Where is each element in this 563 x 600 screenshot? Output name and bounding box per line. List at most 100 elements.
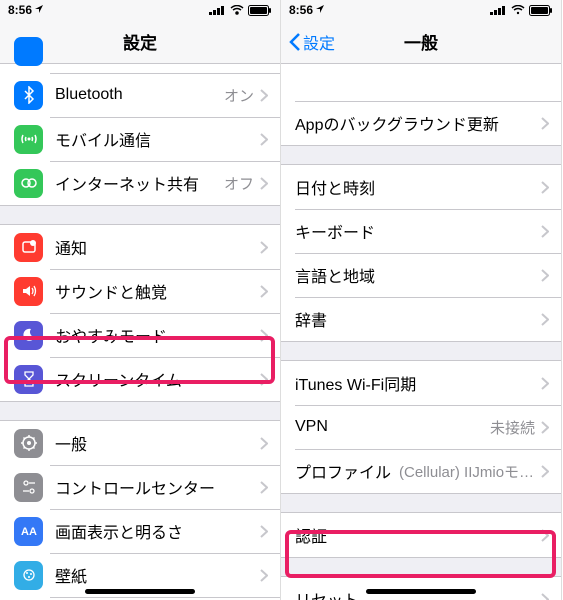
row-sounds[interactable]: サウンドと触覚 bbox=[0, 269, 280, 313]
signal-icon bbox=[209, 5, 226, 15]
page-title: 一般 bbox=[404, 29, 438, 54]
row-hotspot[interactable]: インターネット共有 オフ bbox=[0, 161, 280, 205]
chevron-icon bbox=[541, 269, 549, 282]
battery-icon bbox=[529, 5, 553, 16]
general-list[interactable]: Appのバックグラウンド更新 日付と時刻 キーボード 言語と地域 辞書 bbox=[281, 56, 561, 600]
row-label: 辞書 bbox=[295, 307, 541, 331]
row-label: 一般 bbox=[55, 431, 260, 455]
wifi-icon bbox=[230, 5, 244, 15]
chevron-icon bbox=[260, 525, 268, 538]
home-indicator[interactable] bbox=[85, 589, 195, 594]
chevron-icon bbox=[260, 329, 268, 342]
home-indicator[interactable] bbox=[366, 589, 476, 594]
chevron-icon bbox=[541, 465, 549, 478]
row-detail: オフ bbox=[224, 173, 254, 194]
status-bar: 8:56 bbox=[281, 0, 561, 20]
chevron-icon bbox=[260, 373, 268, 386]
row-datetime[interactable]: 日付と時刻 bbox=[281, 165, 561, 209]
bluetooth-icon bbox=[14, 81, 43, 110]
chevron-icon bbox=[541, 421, 549, 434]
status-time: 8:56 bbox=[8, 3, 32, 17]
row-label: 画面表示と明るさ bbox=[55, 519, 260, 543]
row-auth[interactable]: 認証 bbox=[281, 513, 561, 557]
back-button[interactable]: 設定 bbox=[289, 30, 335, 54]
chevron-icon bbox=[260, 133, 268, 146]
hotspot-icon bbox=[14, 169, 43, 198]
row-dnd[interactable]: おやすみモード bbox=[0, 313, 280, 357]
settings-screen: 8:56 設定 Bluetooth オン モバイル通信 bbox=[0, 0, 281, 600]
row-dictionary[interactable]: 辞書 bbox=[281, 297, 561, 341]
row-label: iTunes Wi-Fi同期 bbox=[295, 371, 541, 395]
row-label: 認証 bbox=[295, 523, 541, 547]
general-screen: 8:56 設定 一般 Appのバックグラウンド更新 日付と時刻 bbox=[281, 0, 562, 600]
row-cellular[interactable]: モバイル通信 bbox=[0, 117, 280, 161]
row-label: 言語と地域 bbox=[295, 263, 541, 287]
chevron-icon bbox=[541, 593, 549, 600]
row-label: スクリーンタイム bbox=[55, 367, 260, 391]
row-partial[interactable] bbox=[281, 57, 561, 101]
row-label: Appのバックグラウンド更新 bbox=[295, 111, 541, 135]
row-itunes[interactable]: iTunes Wi-Fi同期 bbox=[281, 361, 561, 405]
chevron-icon bbox=[541, 313, 549, 326]
row-label: プロファイル bbox=[295, 459, 391, 483]
location-icon bbox=[315, 3, 325, 17]
row-label: VPN bbox=[295, 418, 490, 436]
row-display[interactable]: AA 画面表示と明るさ bbox=[0, 509, 280, 553]
row-notifications[interactable]: 通知 bbox=[0, 225, 280, 269]
location-icon bbox=[34, 3, 44, 17]
status-right bbox=[209, 5, 272, 16]
row-label: コントロールセンター bbox=[55, 475, 260, 499]
status-time: 8:56 bbox=[289, 3, 313, 17]
row-control-center[interactable]: コントロールセンター bbox=[0, 465, 280, 509]
row-label: 壁紙 bbox=[55, 563, 260, 587]
svg-text:AA: AA bbox=[21, 526, 37, 538]
row-label: キーボード bbox=[295, 219, 541, 243]
row-screentime[interactable]: スクリーンタイム bbox=[0, 357, 280, 401]
row-label: モバイル通信 bbox=[55, 127, 260, 151]
display-icon: AA bbox=[14, 517, 43, 546]
row-detail: 未接続 bbox=[490, 417, 535, 438]
wallpaper-icon bbox=[14, 561, 43, 590]
chevron-icon bbox=[541, 529, 549, 542]
row-language[interactable]: 言語と地域 bbox=[281, 253, 561, 297]
cellular-icon bbox=[14, 125, 43, 154]
chevron-icon bbox=[541, 377, 549, 390]
row-label: おやすみモード bbox=[55, 323, 260, 347]
chevron-icon bbox=[260, 241, 268, 254]
sounds-icon bbox=[14, 277, 43, 306]
wifi-icon bbox=[14, 37, 43, 66]
moon-icon bbox=[14, 321, 43, 350]
row-keyboard[interactable]: キーボード bbox=[281, 209, 561, 253]
chevron-icon bbox=[541, 225, 549, 238]
status-bar: 8:56 bbox=[0, 0, 280, 20]
row-vpn[interactable]: VPN 未接続 bbox=[281, 405, 561, 449]
signal-icon bbox=[490, 5, 507, 15]
row-wifi-partial[interactable] bbox=[0, 29, 280, 73]
row-label: サウンドと触覚 bbox=[55, 279, 260, 303]
chevron-icon bbox=[260, 177, 268, 190]
control-center-icon bbox=[14, 473, 43, 502]
row-label: 日付と時刻 bbox=[295, 175, 541, 199]
row-label: 通知 bbox=[55, 235, 260, 259]
chevron-icon bbox=[260, 437, 268, 450]
row-bgrefresh[interactable]: Appのバックグラウンド更新 bbox=[281, 101, 561, 145]
chevron-icon bbox=[260, 285, 268, 298]
chevron-icon bbox=[260, 481, 268, 494]
chevron-icon bbox=[541, 117, 549, 130]
row-general[interactable]: 一般 bbox=[0, 421, 280, 465]
wifi-icon bbox=[511, 5, 525, 15]
row-detail: オン bbox=[224, 85, 254, 106]
battery-icon bbox=[248, 5, 272, 16]
gear-icon bbox=[14, 429, 43, 458]
notifications-icon bbox=[14, 233, 43, 262]
row-profile[interactable]: プロファイル (Cellular) IIJmioモバイルサ… bbox=[281, 449, 561, 493]
row-label: インターネット共有 bbox=[55, 171, 224, 195]
chevron-icon bbox=[260, 569, 268, 582]
back-label: 設定 bbox=[303, 30, 335, 54]
hourglass-icon bbox=[14, 365, 43, 394]
chevron-icon bbox=[260, 89, 268, 102]
settings-list[interactable]: Bluetooth オン モバイル通信 インターネット共有 オフ 通知 bbox=[0, 28, 280, 600]
row-bluetooth[interactable]: Bluetooth オン bbox=[0, 73, 280, 117]
status-right bbox=[490, 5, 553, 16]
row-label: Bluetooth bbox=[55, 86, 224, 104]
